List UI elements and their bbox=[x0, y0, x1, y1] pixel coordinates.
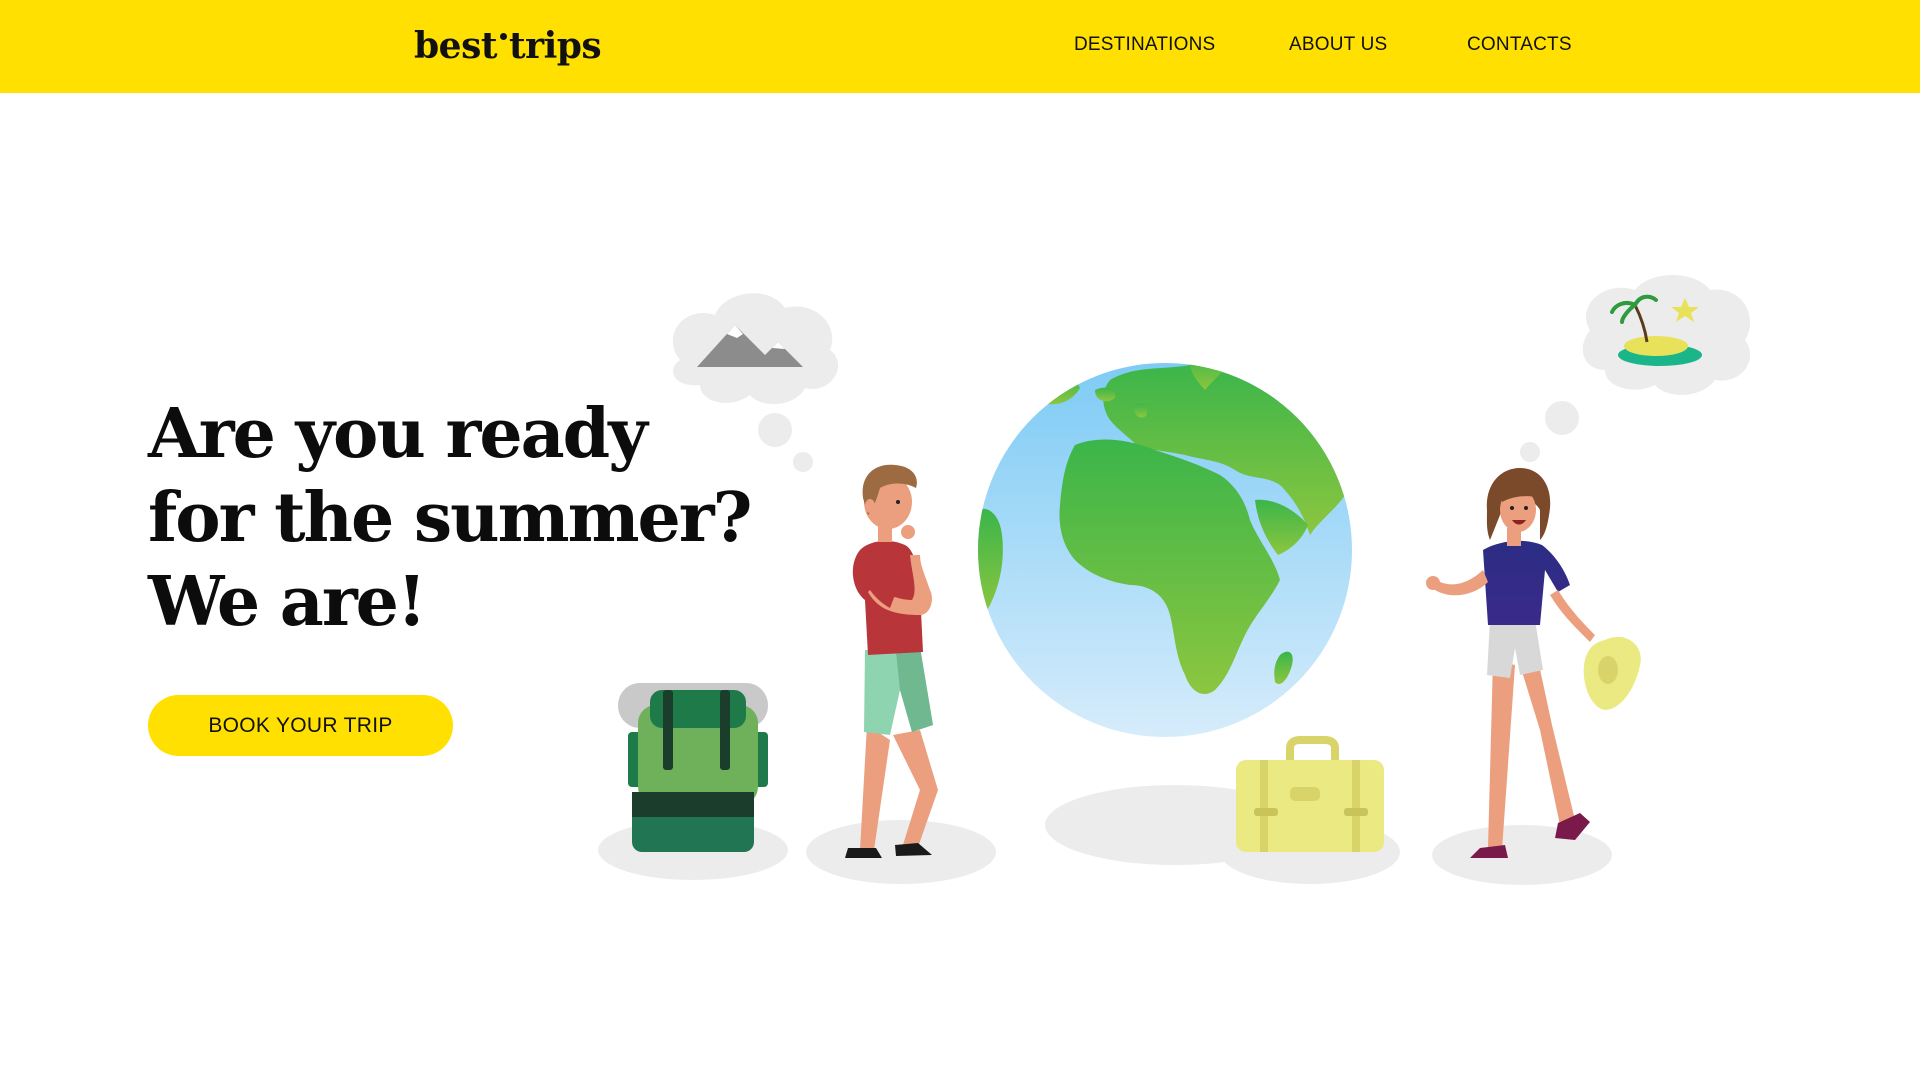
suitcase-icon bbox=[1236, 736, 1384, 852]
hat-icon bbox=[1583, 636, 1641, 710]
globe-icon bbox=[978, 363, 1352, 737]
nav-contacts[interactable]: CONTACTS bbox=[1467, 33, 1572, 57]
mountain-thought-bubble bbox=[672, 293, 839, 472]
nav-about-us[interactable]: ABOUT US bbox=[1289, 33, 1387, 57]
book-your-trip-button[interactable]: BOOK YOUR TRIP bbox=[148, 695, 453, 756]
logo-word-best: best bbox=[414, 25, 497, 67]
backpack-icon bbox=[618, 683, 768, 852]
logo-dot bbox=[499, 33, 507, 40]
island-thought-bubble bbox=[1520, 275, 1751, 462]
traveler-woman bbox=[1426, 468, 1641, 858]
logo-word-trips: trips bbox=[508, 25, 602, 67]
logo[interactable]: best trips bbox=[414, 22, 602, 70]
site-header: best trips DESTINATIONS ABOUT US CONTACTS bbox=[0, 0, 1920, 93]
hero-illustration bbox=[598, 275, 1751, 885]
woman-shadow bbox=[1432, 825, 1612, 885]
nav-destinations[interactable]: DESTINATIONS bbox=[1074, 33, 1215, 57]
traveler-man bbox=[845, 464, 938, 858]
